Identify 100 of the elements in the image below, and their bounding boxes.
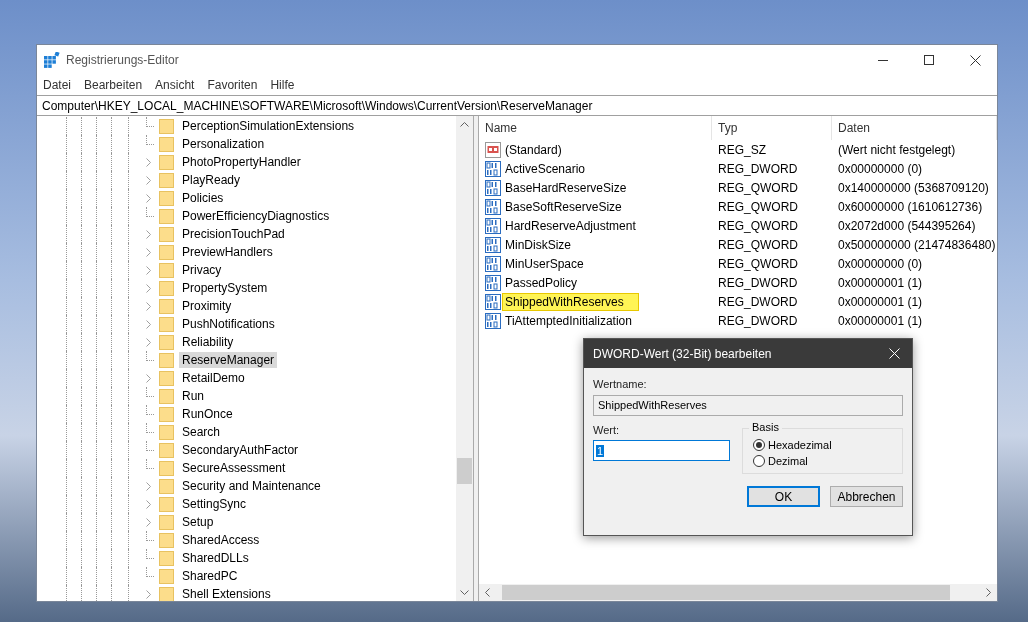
scroll-right-icon[interactable]	[986, 588, 991, 597]
value-name[interactable]: (Standard)	[503, 141, 564, 158]
chevron-icon[interactable]	[146, 301, 151, 311]
folder-icon	[159, 568, 174, 584]
tree-item[interactable]: PropertySystem	[179, 280, 271, 296]
window-title: Registrierungs-Editor	[66, 53, 179, 67]
column-header[interactable]: Typ	[712, 116, 832, 140]
tree-item[interactable]: ReserveManager	[179, 352, 278, 368]
tree-item[interactable]: SharedAccess	[179, 532, 263, 548]
vertical-scrollbar[interactable]	[456, 116, 473, 601]
chevron-icon[interactable]	[146, 337, 151, 347]
value-name[interactable]: BaseHardReserveSize	[503, 179, 629, 196]
value-name[interactable]: TiAttemptedInitialization	[503, 312, 634, 329]
chevron-icon[interactable]	[146, 229, 151, 239]
cancel-button[interactable]: Abbrechen	[830, 486, 903, 507]
tree-item[interactable]: SecureAssessment	[179, 460, 289, 476]
tree-item[interactable]: PhotoPropertyHandler	[179, 154, 304, 170]
tree-item[interactable]: Security and Maintenance	[179, 478, 324, 494]
column-header[interactable]: Daten	[832, 116, 997, 140]
chevron-icon[interactable]	[146, 481, 151, 491]
value-field[interactable]: 1	[593, 440, 730, 461]
tree-item[interactable]: RetailDemo	[179, 370, 248, 386]
tree-item[interactable]: PerceptionSimulationExtensions	[179, 118, 358, 134]
folder-icon	[159, 586, 174, 601]
tree-item[interactable]: Shell Extensions	[179, 586, 274, 601]
folder-icon	[159, 424, 174, 440]
chevron-icon[interactable]	[146, 157, 151, 167]
value-name[interactable]: HardReserveAdjustment	[503, 217, 638, 234]
minimize-icon[interactable]	[878, 59, 888, 61]
chevron-icon[interactable]	[146, 247, 151, 257]
address-bar[interactable]: Computer\HKEY_LOCAL_MACHINE\SOFTWARE\Microsoft\Windows\CurrentVersion\ReserveManager	[37, 95, 997, 116]
tree-item[interactable]: SecondaryAuthFactor	[179, 442, 302, 458]
string-value-icon	[485, 141, 501, 158]
horizontal-scrollbar[interactable]	[479, 584, 997, 601]
chevron-icon[interactable]	[146, 499, 151, 509]
chevron-icon[interactable]	[146, 373, 151, 383]
chevron-icon[interactable]	[146, 265, 151, 275]
tree-item[interactable]: Policies	[179, 190, 227, 206]
value-name-field[interactable]: ShippedWithReserves	[593, 395, 903, 416]
data-cell-text: 0x500000000 (21474836480)	[837, 237, 997, 252]
ok-button[interactable]: OK	[747, 486, 820, 507]
tree-item[interactable]: PowerEfficiencyDiagnostics	[179, 208, 333, 224]
scroll-up-icon[interactable]	[460, 122, 469, 127]
type-cell-text: REG_DWORD	[717, 161, 799, 176]
menu-item[interactable]: Ansicht	[155, 77, 195, 93]
scroll-left-icon[interactable]	[485, 588, 490, 597]
menu-item[interactable]: Hilfe	[270, 77, 295, 93]
value-name[interactable]: MinDiskSize	[503, 236, 573, 253]
tree-item[interactable]: PlayReady	[179, 172, 244, 188]
value-name[interactable]: ActiveScenario	[503, 160, 588, 177]
tree-item[interactable]: Run	[179, 388, 207, 404]
chevron-icon[interactable]	[146, 283, 151, 293]
folder-icon	[159, 118, 174, 134]
scroll-thumb[interactable]	[457, 458, 472, 484]
group-label: Basis	[749, 421, 782, 433]
column-header[interactable]: Name	[479, 116, 712, 140]
tree-item[interactable]: Reliability	[179, 334, 237, 350]
radio-label[interactable]: Hexadezimal	[768, 439, 832, 451]
field-label: Wertname:	[593, 378, 648, 390]
data-cell-text: 0x00000001 (1)	[837, 275, 924, 290]
radio-label[interactable]: Dezimal	[768, 455, 808, 467]
tree-item[interactable]: SharedDLLs	[179, 550, 252, 566]
type-cell-text: REG_QWORD	[717, 199, 799, 214]
menu-item[interactable]: Bearbeiten	[84, 77, 143, 93]
tree-item[interactable]: Search	[179, 424, 224, 440]
value-name[interactable]: BaseSoftReserveSize	[503, 198, 624, 215]
data-cell-text: 0x00000000 (0)	[837, 256, 924, 271]
maximize-icon[interactable]	[924, 55, 934, 65]
tree-item[interactable]: RunOnce	[179, 406, 236, 422]
binary-value-icon	[485, 312, 501, 329]
menu-item[interactable]: Datei	[43, 77, 71, 93]
chevron-icon[interactable]	[146, 319, 151, 329]
tree-item[interactable]: PushNotifications	[179, 316, 278, 332]
close-icon[interactable]	[970, 54, 981, 66]
binary-value-icon	[485, 198, 501, 215]
radio-button[interactable]	[753, 439, 765, 451]
tree-item[interactable]: SettingSync	[179, 496, 250, 512]
scroll-down-icon[interactable]	[460, 590, 469, 595]
chevron-icon[interactable]	[146, 175, 151, 185]
tree-item[interactable]: Privacy	[179, 262, 225, 278]
chevron-icon[interactable]	[146, 589, 151, 599]
value-name[interactable]: PassedPolicy	[503, 274, 580, 291]
tree-item[interactable]: SharedPC	[179, 568, 241, 584]
tree-item[interactable]: PreviewHandlers	[179, 244, 276, 260]
chevron-icon[interactable]	[146, 517, 151, 527]
radio-button[interactable]	[753, 455, 765, 467]
value-name[interactable]: ShippedWithReserves	[503, 293, 638, 310]
menu-item[interactable]: Favoriten	[207, 77, 258, 93]
chevron-icon[interactable]	[146, 193, 151, 203]
tree-item[interactable]: Setup	[179, 514, 217, 530]
folder-icon	[159, 514, 174, 530]
scroll-thumb[interactable]	[502, 585, 950, 600]
tree-item[interactable]: PrecisionTouchPad	[179, 226, 288, 242]
binary-value-icon	[485, 274, 501, 291]
folder-icon	[159, 136, 174, 152]
value-name[interactable]: MinUserSpace	[503, 255, 586, 272]
tree-item[interactable]: Proximity	[179, 298, 235, 314]
data-cell-text: 0x2072d000 (544395264)	[837, 218, 977, 233]
type-cell-text: REG_QWORD	[717, 218, 799, 233]
tree-item[interactable]: Personalization	[179, 136, 268, 152]
